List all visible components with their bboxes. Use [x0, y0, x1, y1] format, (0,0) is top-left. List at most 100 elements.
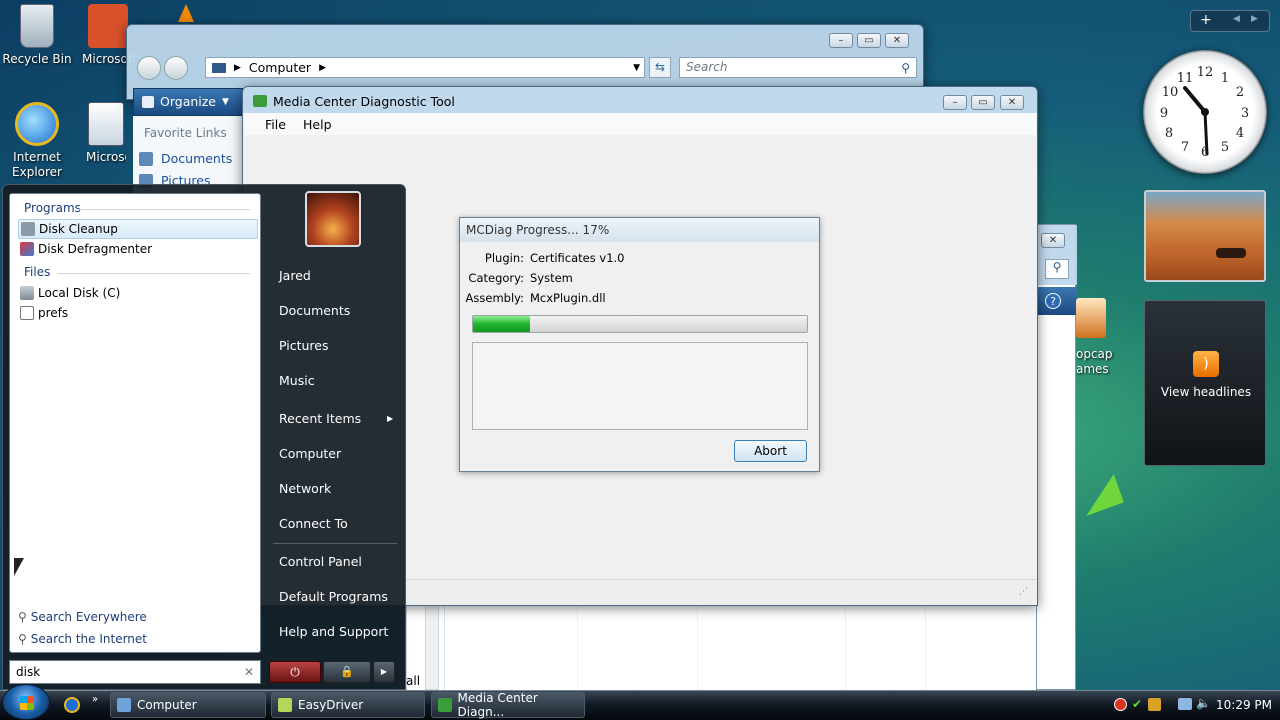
- tray-volume-icon[interactable]: 🔈: [1196, 696, 1211, 710]
- scrollbar[interactable]: [425, 604, 439, 690]
- desktop-icon-label: Recycle Bin: [2, 52, 72, 66]
- svg-text:8: 8: [1165, 126, 1173, 141]
- search-icon: ⚲: [18, 610, 27, 624]
- category-value: System: [530, 271, 573, 285]
- abort-button[interactable]: Abort: [734, 440, 807, 462]
- address-bar[interactable]: ▶ Computer ▶ ▼: [205, 57, 645, 78]
- refresh-button[interactable]: ⇆: [649, 57, 671, 78]
- chevron-down-icon[interactable]: ▼: [633, 63, 640, 73]
- svg-text:1: 1: [1221, 71, 1229, 86]
- column-divider: [444, 604, 445, 690]
- clear-search-icon[interactable]: ✕: [244, 661, 254, 683]
- clock-gadget[interactable]: 12 1 2 345 678 9 10 11: [1143, 50, 1267, 174]
- next-icon[interactable]: ▶: [1251, 14, 1258, 24]
- chevron-right-icon: ▶: [234, 62, 241, 73]
- taskbar-label: EasyDriver: [298, 698, 364, 712]
- start-item-connect-to[interactable]: Connect To: [279, 513, 348, 535]
- start-search-input[interactable]: disk ✕: [9, 660, 261, 684]
- log-textbox[interactable]: [472, 342, 808, 430]
- svg-text:12: 12: [1197, 65, 1214, 80]
- start-item-help-support[interactable]: Help and Support: [279, 621, 388, 643]
- office-icon: [88, 102, 124, 146]
- taskbar-button-easydriver[interactable]: EasyDriver: [271, 692, 425, 718]
- desktop-icon-office-1[interactable]: Microsoft Office P: [74, 4, 134, 67]
- close-button[interactable]: ✕: [1041, 233, 1065, 248]
- menu-file[interactable]: File: [265, 117, 286, 132]
- nav-link-documents[interactable]: Documents: [139, 151, 232, 166]
- minimize-button[interactable]: –: [829, 33, 853, 48]
- back-button[interactable]: [137, 56, 161, 80]
- maximize-button[interactable]: ▭: [857, 33, 881, 48]
- feed-gadget[interactable]: ) View headlines: [1144, 300, 1266, 466]
- start-item-default-programs[interactable]: Default Programs: [279, 586, 388, 608]
- start-item-recent-items[interactable]: Recent Items: [279, 408, 361, 430]
- files-header: Files: [24, 265, 51, 279]
- documents-icon: [139, 151, 153, 166]
- start-item-pictures[interactable]: Pictures: [279, 335, 329, 357]
- desktop-icon-recycle-bin[interactable]: Recycle Bin: [0, 4, 74, 67]
- address-text: Computer: [248, 60, 312, 75]
- taskbar-button-computer[interactable]: Computer: [110, 692, 266, 718]
- organize-toolbar: Organize ▼: [133, 88, 243, 116]
- progress-title: MCDiag Progress... 17%: [466, 223, 610, 237]
- search-input[interactable]: Search ⚲: [679, 57, 917, 78]
- start-item-music[interactable]: Music: [279, 370, 315, 392]
- shutdown-options-button[interactable]: ▶: [373, 661, 395, 683]
- tray-network-icon[interactable]: [1178, 698, 1192, 710]
- power-button[interactable]: ⏻: [269, 661, 321, 683]
- program-disk-defragmenter[interactable]: Disk Defragmenter: [20, 239, 152, 259]
- menu-help[interactable]: Help: [303, 117, 332, 132]
- column-divider: [577, 604, 578, 690]
- organize-button[interactable]: Organize ▼: [142, 94, 229, 109]
- tray-security-icon[interactable]: [1148, 698, 1161, 711]
- maximize-button[interactable]: ▭: [971, 95, 995, 110]
- quick-launch-expand-icon[interactable]: »: [92, 694, 98, 705]
- search-everywhere-link[interactable]: ⚲ Search Everywhere: [18, 607, 147, 627]
- explorer-body: [406, 604, 1076, 690]
- progress-bar: [472, 315, 808, 333]
- search-everywhere-label: Search Everywhere: [30, 610, 147, 624]
- start-item-user[interactable]: Jared: [279, 265, 311, 287]
- resize-grip-icon[interactable]: ⋰: [1019, 587, 1028, 597]
- user-picture[interactable]: [305, 191, 361, 247]
- add-gadget-icon[interactable]: +: [1200, 12, 1212, 28]
- menu-bar: [244, 113, 1036, 135]
- search-internet-link[interactable]: ⚲ Search the Internet: [18, 629, 147, 649]
- search-icon[interactable]: ⚲: [901, 59, 910, 78]
- quick-launch-ie-icon[interactable]: [64, 697, 80, 713]
- file-local-disk[interactable]: Local Disk (C): [20, 283, 120, 303]
- desktop-icon-office-2[interactable]: Microsoft Office P: [74, 102, 126, 165]
- tray-check-icon[interactable]: ✔: [1132, 697, 1142, 711]
- start-button[interactable]: [2, 684, 50, 720]
- svg-text:7: 7: [1181, 140, 1189, 155]
- close-button[interactable]: ✕: [885, 33, 909, 48]
- file-prefs[interactable]: prefs: [20, 303, 68, 323]
- desktop-icon-internet-explorer[interactable]: Internet Explorer: [0, 102, 74, 180]
- computer-icon: [117, 698, 131, 712]
- mcdiag-icon: [438, 698, 452, 712]
- progress-dialog[interactable]: MCDiag Progress... 17% Plugin: Certifica…: [459, 217, 820, 472]
- close-button[interactable]: ✕: [1000, 95, 1024, 110]
- start-item-documents[interactable]: Documents: [279, 300, 350, 322]
- minimize-button[interactable]: –: [943, 95, 967, 110]
- tray-error-icon[interactable]: [1114, 698, 1127, 711]
- background-window[interactable]: ✕ ⚲ ?: [1036, 224, 1077, 690]
- taskbar-button-mcdiag[interactable]: Media Center Diagn...: [431, 691, 585, 719]
- help-icon[interactable]: ?: [1045, 293, 1061, 309]
- disk-defragmenter-icon: [20, 242, 34, 256]
- popcap-icon[interactable]: [1076, 298, 1106, 338]
- program-disk-cleanup[interactable]: Disk Cleanup: [18, 219, 258, 239]
- vlc-icon[interactable]: [178, 4, 194, 22]
- search-icon[interactable]: ⚲: [1045, 259, 1069, 279]
- assembly-value: McxPlugin.dll: [530, 291, 606, 305]
- start-item-network[interactable]: Network: [279, 478, 331, 500]
- start-item-computer[interactable]: Computer: [279, 443, 341, 465]
- previous-icon[interactable]: ◀: [1233, 14, 1240, 24]
- tray-clock[interactable]: 10:29 PM: [1216, 698, 1272, 712]
- forward-button[interactable]: [164, 56, 188, 80]
- taskbar-label: Computer: [137, 698, 197, 712]
- lock-button[interactable]: 🔒: [323, 661, 371, 683]
- file-icon: [20, 306, 34, 320]
- start-item-control-panel[interactable]: Control Panel: [279, 551, 362, 573]
- slideshow-gadget[interactable]: [1144, 190, 1266, 282]
